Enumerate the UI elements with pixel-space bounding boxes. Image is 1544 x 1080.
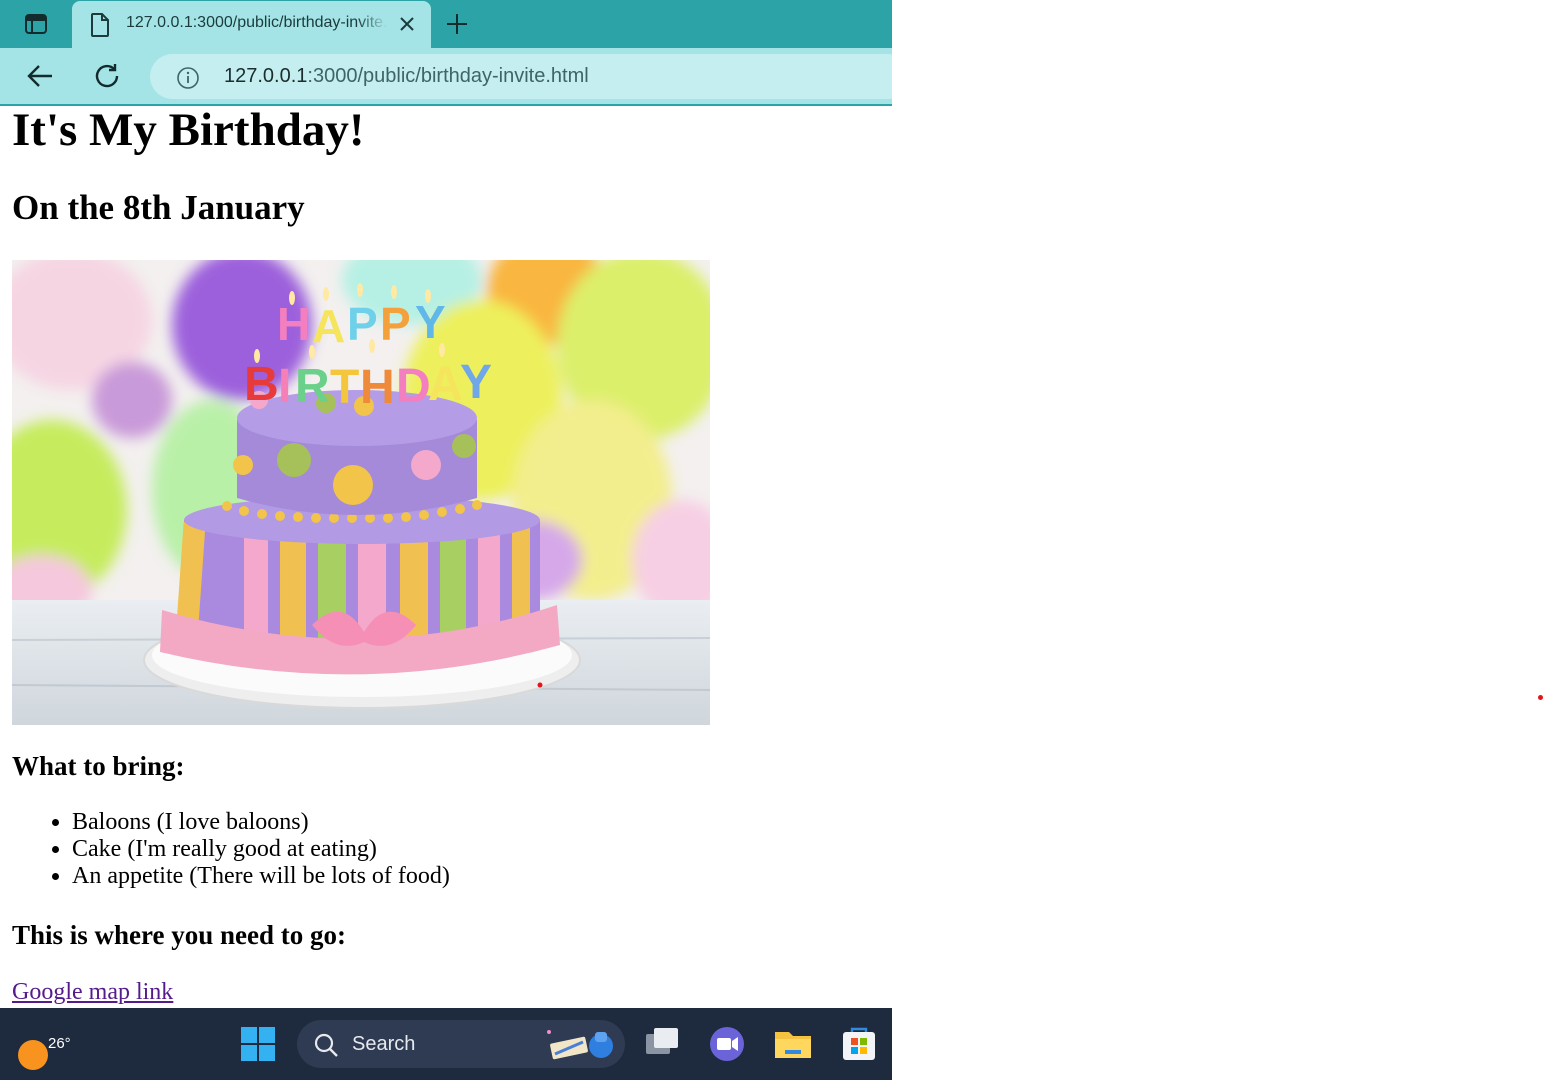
birthday-cake-image: H A P P Y B I R T H D A Y	[12, 260, 710, 725]
svg-text:A: A	[312, 300, 345, 352]
reload-icon[interactable]	[93, 62, 123, 95]
new-tab-icon[interactable]	[445, 12, 469, 41]
url-path: :3000/public/birthday-invite.html	[307, 65, 589, 87]
svg-text:H: H	[360, 361, 395, 414]
where-heading: This is where you need to go:	[12, 920, 347, 950]
browser-toolbar: 127.0.0.1:3000/public/birthday-invite.ht…	[0, 48, 892, 106]
url-host: 127.0.0.1	[224, 65, 308, 87]
windows-start-icon[interactable]	[238, 1024, 278, 1064]
teams-chat-icon[interactable]	[707, 1024, 747, 1064]
document-icon	[90, 13, 110, 42]
page-title: It's My Birthday!	[12, 106, 365, 156]
google-map-link[interactable]: Google map link	[12, 979, 173, 1006]
date-heading: On the 8th January	[12, 188, 305, 227]
search-highlight-icon	[545, 1024, 617, 1069]
list-item: Cake (I'm really good at eating)	[72, 836, 450, 863]
task-view-icon[interactable]	[642, 1024, 682, 1064]
taskbar: 26° Search	[0, 1008, 892, 1080]
weather-widget[interactable]: 26°	[16, 1022, 76, 1070]
file-explorer-icon[interactable]	[773, 1024, 813, 1064]
search-label: Search	[352, 1033, 416, 1055]
svg-text:Y: Y	[460, 356, 492, 409]
taskbar-search[interactable]: Search	[297, 1020, 625, 1068]
browser-window: 127.0.0.1:3000/public/birthday-invite.ht…	[0, 0, 892, 1080]
list-item: An appetite (There will be lots of food)	[72, 863, 450, 890]
bring-heading: What to bring:	[12, 751, 185, 781]
list-item: Baloons (I love baloons)	[72, 809, 450, 836]
microsoft-store-icon[interactable]	[839, 1024, 879, 1064]
page-content: It's My Birthday! On the 8th January H A…	[0, 106, 892, 1008]
svg-text:H: H	[277, 298, 312, 350]
bring-list: Baloons (I love baloons) Cake (I'm reall…	[32, 809, 450, 890]
address-bar[interactable]: 127.0.0.1:3000/public/birthday-invite.ht…	[150, 54, 892, 99]
back-arrow-icon[interactable]	[26, 62, 56, 95]
close-icon[interactable]	[398, 15, 416, 38]
pointer-dot	[1538, 695, 1543, 700]
tab-title: 127.0.0.1:3000/public/birthday-invite.ht…	[126, 14, 388, 31]
temperature: 26°	[48, 1035, 71, 1052]
svg-text:B: B	[244, 358, 279, 411]
svg-text:D: D	[396, 360, 431, 413]
window-menu-icon[interactable]	[14, 11, 58, 37]
svg-text:Y: Y	[415, 296, 446, 348]
search-icon	[313, 1032, 339, 1063]
url-text: 127.0.0.1:3000/public/birthday-invite.ht…	[224, 65, 589, 88]
svg-text:T: T	[330, 361, 359, 414]
tab-strip: 127.0.0.1:3000/public/birthday-invite.ht…	[0, 0, 892, 48]
svg-text:R: R	[295, 360, 330, 413]
svg-text:P: P	[380, 298, 411, 350]
tab-active[interactable]: 127.0.0.1:3000/public/birthday-invite.ht…	[72, 1, 431, 48]
info-icon[interactable]	[176, 66, 200, 95]
svg-text:I: I	[278, 360, 291, 413]
svg-text:A: A	[428, 358, 463, 411]
